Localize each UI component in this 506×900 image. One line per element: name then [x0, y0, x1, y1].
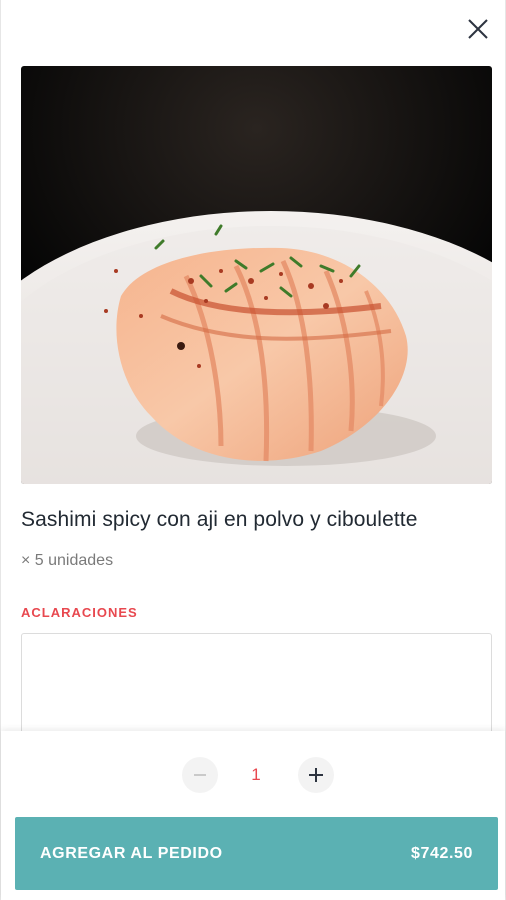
notes-label: ACLARACIONES [21, 605, 138, 620]
close-button[interactable] [465, 16, 491, 42]
quantity-stepper: 1 [1, 755, 505, 795]
add-to-order-label: AGREGAR AL PEDIDO [40, 845, 223, 862]
quantity-value: 1 [251, 765, 261, 784]
decrease-quantity-button[interactable] [182, 757, 218, 793]
minus-icon [194, 774, 206, 776]
product-title: Sashimi spicy con aji en polvo y ciboule… [21, 508, 418, 531]
product-units: × 5 unidades [21, 552, 114, 569]
order-total-price: $742.50 [410, 845, 473, 862]
order-bar: 1 AGREGAR AL PEDIDO $742.50 [1, 731, 505, 900]
plus-icon [309, 768, 323, 782]
product-image [21, 66, 492, 484]
product-modal: Sashimi spicy con aji en polvo y ciboule… [0, 0, 506, 900]
add-to-order-button[interactable]: AGREGAR AL PEDIDO $742.50 [15, 817, 498, 890]
close-icon [468, 19, 488, 39]
increase-quantity-button[interactable] [298, 757, 334, 793]
